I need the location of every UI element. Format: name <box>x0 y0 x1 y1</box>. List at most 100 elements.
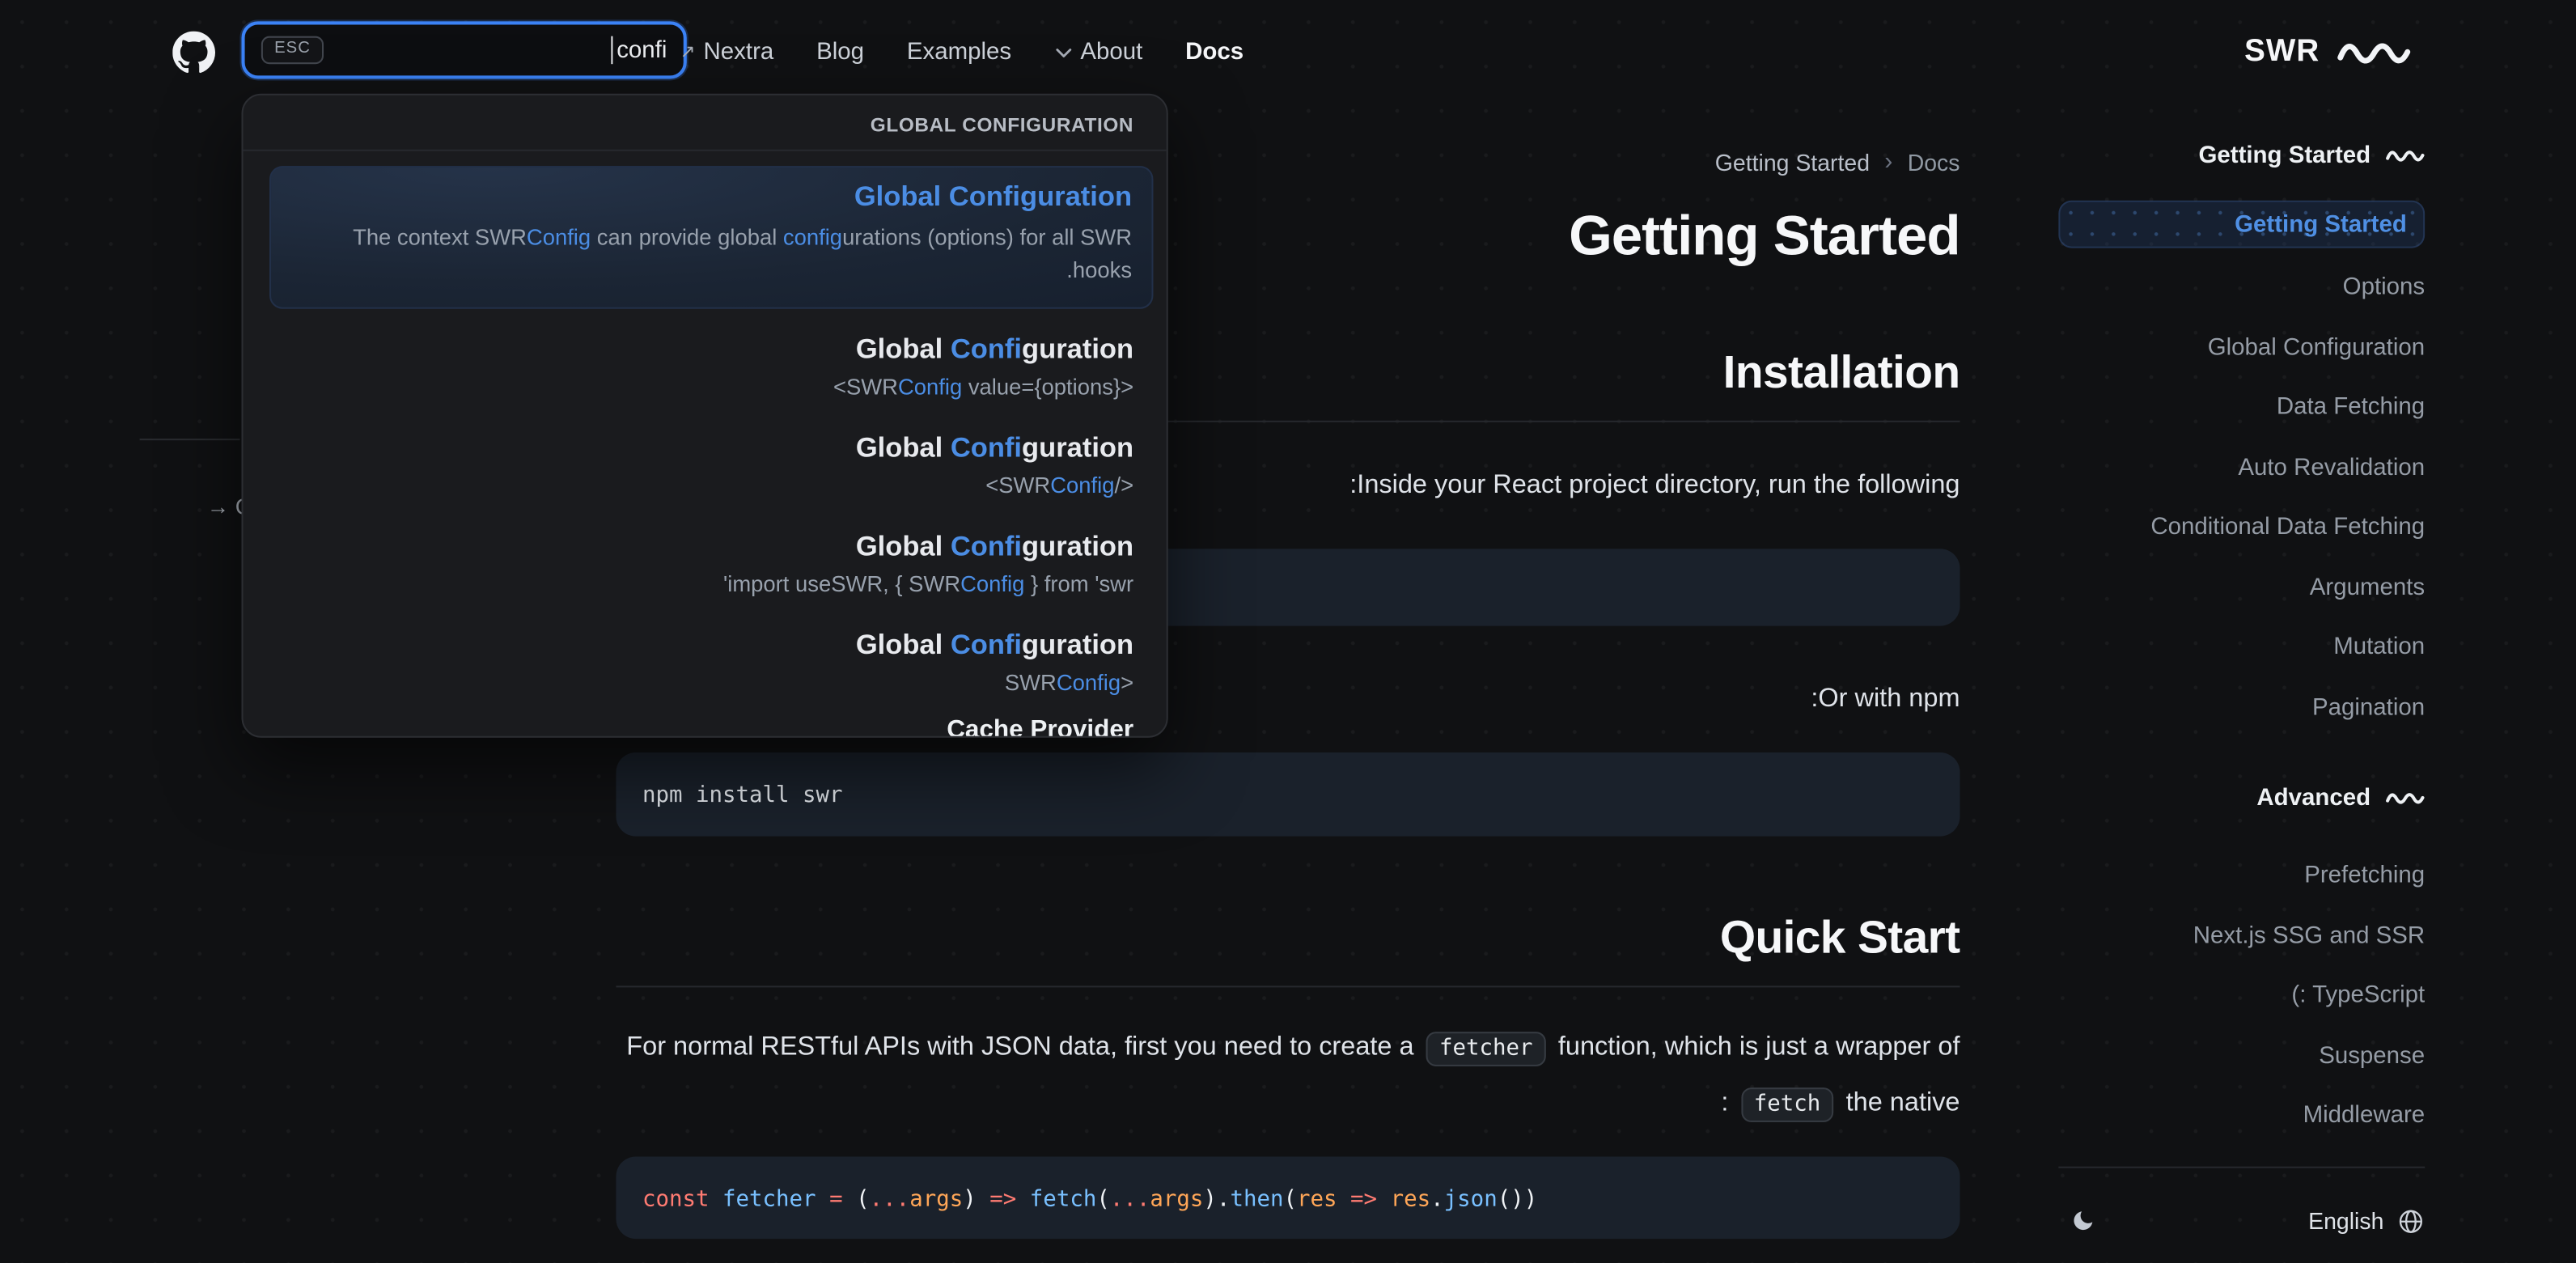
search-result-snippet: <SWRConfig/> <box>276 472 1133 500</box>
language-label: English <box>2308 1207 2384 1234</box>
search-result[interactable]: Global Configuration <SWRConfig value={o… <box>244 312 1167 411</box>
text-segment: guration <box>1022 432 1134 464</box>
breadcrumb-root[interactable]: Docs <box>1908 149 1960 175</box>
code-token: ). <box>1203 1186 1231 1213</box>
sidebar-item-typescript[interactable]: (: TypeScript <box>2058 966 2425 1026</box>
sidebar-item-middleware[interactable]: Middleware <box>2058 1086 2426 1146</box>
code-token: fetcher <box>722 1186 816 1213</box>
sidebar-item-getting-started[interactable]: Getting Started <box>2058 200 2426 248</box>
sidebar-list: Options Global Configuration Data Fetchi… <box>2058 258 2425 738</box>
code-token: args <box>1150 1186 1204 1213</box>
text-segment: Global <box>855 530 951 562</box>
squiggle-icon <box>2386 793 2425 804</box>
sidebar-item-prefetching[interactable]: Prefetching <box>2058 846 2425 906</box>
search-results-panel[interactable]: GLOBAL CONFIGURATION Global Configuratio… <box>241 93 1168 738</box>
github-icon[interactable] <box>171 30 215 74</box>
text-segment: value={options}> <box>962 374 1134 400</box>
nav-link-label: Examples <box>906 39 1012 66</box>
moon-icon <box>2074 1211 2093 1231</box>
match-highlight: Confi <box>950 333 1023 365</box>
search-result[interactable]: Global Configuration 'import useSWR, { S… <box>244 509 1167 608</box>
code-token: args <box>909 1186 964 1213</box>
text-segment: Global <box>855 432 951 464</box>
nav-link-label: About <box>1080 39 1143 66</box>
theme-toggle-button[interactable] <box>2058 1196 2108 1245</box>
match-highlight: Confi <box>950 432 1023 464</box>
nav-menu-about[interactable]: About <box>1054 40 1142 66</box>
text-segment: <SWR <box>833 374 898 400</box>
quickstart-paragraph-line2: : fetch the native <box>616 1081 1960 1127</box>
code-token: json <box>1443 1186 1498 1213</box>
sidebar-item-conditional-data-fetching[interactable]: Conditional Data Fetching <box>2058 498 2425 557</box>
swr-logo[interactable]: SWR <box>2244 0 2412 105</box>
search-result-description: The context SWRConfig can provide global… <box>290 222 1132 287</box>
code-token: ()) <box>1497 1186 1538 1213</box>
sidebar-section-label: Getting Started <box>2198 142 2371 170</box>
sidebar-item-data-fetching[interactable]: Data Fetching <box>2058 378 2425 438</box>
globe-icon <box>2399 1209 2423 1232</box>
code-block-fetcher-snippet: const fetcher = (...args) => fetch(...ar… <box>616 1156 1960 1240</box>
breadcrumb-current-page: Getting Started <box>1714 148 1871 176</box>
text-segment: guration <box>1022 333 1134 365</box>
sidebar-section-advanced: Advanced <box>2058 781 2425 817</box>
text-segment: SWR <box>1004 670 1057 695</box>
sidebar-item-nextjs-ssg-ssr[interactable]: Next.js SSG and SSR <box>2058 906 2425 966</box>
code-token: ... <box>1109 1186 1150 1213</box>
search-result-snippet: 'import useSWR, { SWRConfig } from 'swr <box>276 570 1133 599</box>
sidebar-item-options[interactable]: Options <box>2058 258 2425 318</box>
match-highlight: Config <box>960 571 1025 597</box>
code-token: ... <box>869 1186 910 1213</box>
esc-key-hint: ESC <box>261 36 324 65</box>
text-segment: : <box>1721 1089 1736 1117</box>
nav-link-docs[interactable]: Docs <box>1185 40 1244 66</box>
code-token: res <box>1390 1186 1431 1213</box>
nav-link-label: Docs <box>1185 39 1244 66</box>
code-text: npm install swr <box>642 782 843 809</box>
text-segment: Global <box>855 629 951 661</box>
search-result-snippet: SWRConfig> <box>276 668 1133 697</box>
search-result-selected[interactable]: Global Configuration The context SWRConf… <box>269 166 1154 309</box>
sidebar: Getting Started Getting Started Options … <box>2058 128 2426 1146</box>
code-token: ( <box>1096 1186 1110 1213</box>
match-highlight: Config <box>897 374 963 400</box>
search-result[interactable]: Global Configuration <SWRConfig/> <box>244 411 1167 510</box>
code-token: ) <box>963 1186 990 1213</box>
code-token: ( <box>842 1186 870 1213</box>
sidebar-section-label: Advanced <box>2256 785 2371 812</box>
sidebar-item-suspense[interactable]: Suspense <box>2058 1026 2425 1086</box>
text-segment: function, which is just a wrapper of <box>1550 1033 1960 1062</box>
match-highlight: Config <box>1056 670 1121 695</box>
navbar: ESC confi ↗ Nextra Blog Examples About D… <box>0 0 2576 105</box>
search-input[interactable]: ESC confi <box>241 21 687 79</box>
sidebar-item-auto-revalidation[interactable]: Auto Revalidation <box>2058 438 2425 498</box>
sidebar-item-pagination[interactable]: Pagination <box>2058 678 2425 738</box>
toc-divider <box>139 439 240 441</box>
text-segment: 'import useSWR, { SWR <box>723 571 961 597</box>
sidebar-footer-divider <box>2058 1166 2426 1168</box>
squiggle-icon <box>2386 150 2425 162</box>
sidebar-list: Prefetching Next.js SSG and SSR (: TypeS… <box>2058 846 2425 1146</box>
match-highlight: config <box>782 225 843 250</box>
code-token: = <box>829 1186 843 1213</box>
code-token: ( <box>1283 1186 1298 1213</box>
code-block-npm-install: npm install swr <box>616 752 1960 837</box>
section-heading-quick-start: Quick Start <box>616 910 1960 988</box>
text-segment: } from 'swr <box>1024 571 1134 597</box>
search-result-title: Global Configuration <box>276 333 1133 365</box>
language-selector[interactable]: English <box>2308 1206 2425 1235</box>
search-result[interactable]: Global Configuration SWRConfig> <box>244 608 1167 706</box>
nav-link-nextra[interactable]: ↗ Nextra <box>680 40 774 66</box>
sidebar-footer: English <box>2058 1189 2425 1252</box>
breadcrumb-separator-icon: › <box>1884 147 1893 176</box>
match-highlight: Config <box>526 225 591 250</box>
swr-logo-text: SWR <box>2244 34 2320 70</box>
text-segment: > <box>1121 670 1134 695</box>
code-token: => <box>1350 1186 1378 1213</box>
nav-link-blog[interactable]: Blog <box>816 40 864 66</box>
sidebar-item-mutation[interactable]: Mutation <box>2058 618 2425 678</box>
nav-link-examples[interactable]: Examples <box>907 40 1011 66</box>
sidebar-item-global-configuration[interactable]: Global Configuration <box>2058 318 2425 378</box>
description-line: .hooks <box>1066 257 1133 283</box>
sidebar-item-arguments[interactable]: Arguments <box>2058 557 2425 617</box>
